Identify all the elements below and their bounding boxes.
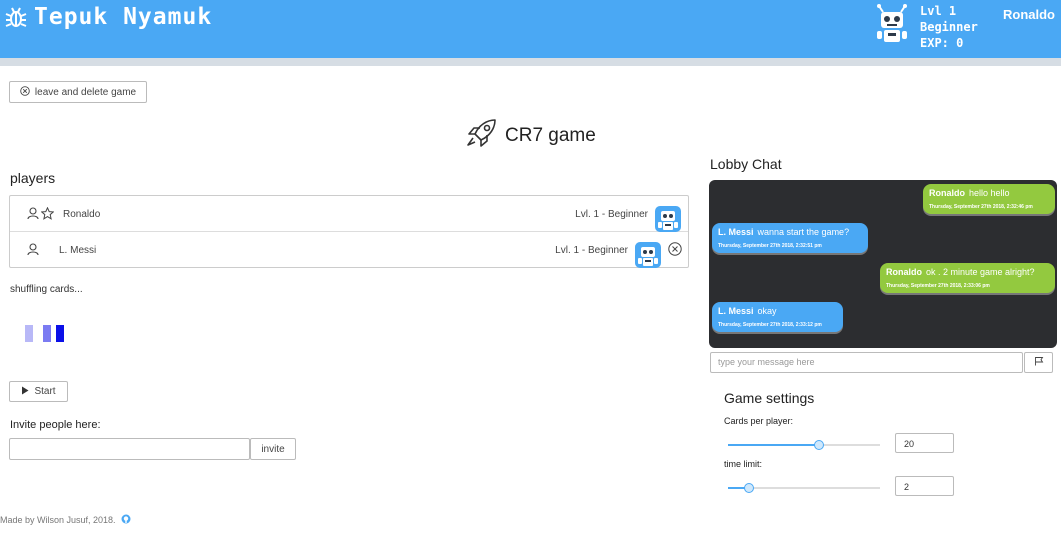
player-icons [27, 206, 55, 225]
close-circle-icon [20, 85, 30, 99]
start-label: Start [34, 386, 56, 397]
flag-icon [1034, 356, 1044, 369]
time-limit-input[interactable]: 2 [895, 476, 954, 496]
user-name[interactable]: Ronaldo [1003, 7, 1055, 22]
start-button[interactable]: Start [9, 381, 68, 402]
chat-message: L. Messi wanna start the game? Thursday, … [712, 223, 868, 253]
shuffle-card [43, 325, 51, 342]
player-name: Ronaldo [63, 209, 101, 220]
message-text: hello hello [969, 188, 1010, 198]
user-icon [27, 207, 39, 225]
players-list: Ronaldo Lvl. 1 - Beginner L. Messi Lvl. … [9, 195, 689, 268]
message-time: Thursday, September 27th 2018, 2:33:12 p… [718, 322, 822, 328]
github-icon[interactable] [121, 514, 131, 526]
app-title[interactable]: Tepuk Nyamuk [34, 4, 212, 30]
invite-input[interactable] [9, 438, 250, 460]
message-text: wanna start the game? [757, 227, 850, 237]
chat-message: Ronaldo ok . 2 minute game alright? Thurs… [880, 263, 1055, 293]
app-header: Tepuk Nyamuk Lvl 1 Beginner EXP: 0 Ronal… [0, 0, 1061, 58]
message-user: Ronaldo [929, 188, 965, 198]
user-exp: EXP: 0 [920, 36, 964, 50]
message-text: okay [757, 306, 777, 316]
player-row: L. Messi Lvl. 1 - Beginner [10, 232, 688, 268]
players-heading: players [10, 170, 56, 186]
footer-text: Made by Wilson Jusuf, 2018. [0, 515, 116, 525]
chat-heading: Lobby Chat [710, 156, 782, 172]
message-time: Thursday, September 27th 2018, 2:32:51 p… [718, 243, 822, 249]
remove-player-icon[interactable] [668, 242, 682, 261]
message-time: Thursday, September 27th 2018, 2:32:46 p… [929, 204, 1033, 210]
user-level-info: Lvl 1 Beginner EXP: 0 [920, 3, 978, 51]
settings-heading: Game settings [724, 390, 815, 406]
slider-thumb[interactable] [744, 483, 754, 493]
message-user: L. Messi [718, 306, 754, 316]
cards-per-player-label: Cards per player: [724, 416, 794, 426]
chat-message: L. Messi okay Thursday, September 27th 20… [712, 302, 843, 332]
send-message-button[interactable] [1024, 352, 1053, 373]
user-rank: Beginner [920, 20, 978, 34]
header-divider [0, 58, 1061, 66]
shuffle-card [25, 325, 33, 342]
robot-avatar-icon [635, 242, 661, 273]
player-name: L. Messi [59, 245, 97, 256]
user-icon [27, 243, 39, 261]
play-icon [21, 386, 29, 398]
message-user: Ronaldo [886, 267, 922, 277]
user-level: Lvl 1 [920, 4, 957, 18]
player-level: Lvl. 1 - Beginner [575, 209, 648, 220]
chat-message: Ronaldo hello hello Thursday, September 2… [923, 184, 1055, 214]
invite-button[interactable]: invite [250, 438, 296, 460]
game-title-text: CR7 game [505, 125, 596, 146]
game-title: CR7 game [465, 118, 596, 154]
cards-per-player-input[interactable]: 20 [895, 433, 954, 453]
message-text: ok . 2 minute game alright? [926, 267, 1035, 277]
message-user: L. Messi [718, 227, 754, 237]
footer: Made by Wilson Jusuf, 2018. [0, 514, 131, 526]
invite-button-label: invite [261, 443, 285, 455]
slider-thumb[interactable] [814, 440, 824, 450]
chat-messages: Ronaldo hello hello Thursday, September 2… [709, 180, 1057, 348]
status-text: shuffling cards... [10, 284, 83, 295]
shuffle-card [56, 325, 64, 342]
bug-icon [4, 6, 28, 35]
cards-per-player-slider[interactable] [728, 440, 880, 450]
shuffle-animation [25, 325, 65, 342]
rocket-icon [465, 118, 497, 154]
player-icons [27, 243, 39, 261]
chat-message-input[interactable]: type your message here [710, 352, 1023, 373]
time-limit-label: time limit: [724, 459, 762, 469]
star-icon [40, 206, 55, 225]
time-limit-slider[interactable] [728, 483, 880, 493]
leave-game-button[interactable]: leave and delete game [9, 81, 147, 103]
slider-fill [728, 444, 819, 446]
message-time: Thursday, September 27th 2018, 2:33:06 p… [886, 283, 990, 289]
robot-avatar-icon [875, 4, 909, 49]
player-level: Lvl. 1 - Beginner [555, 245, 628, 256]
invite-label: Invite people here: [10, 419, 101, 431]
leave-game-label: leave and delete game [34, 86, 137, 98]
player-row: Ronaldo Lvl. 1 - Beginner [10, 196, 688, 232]
